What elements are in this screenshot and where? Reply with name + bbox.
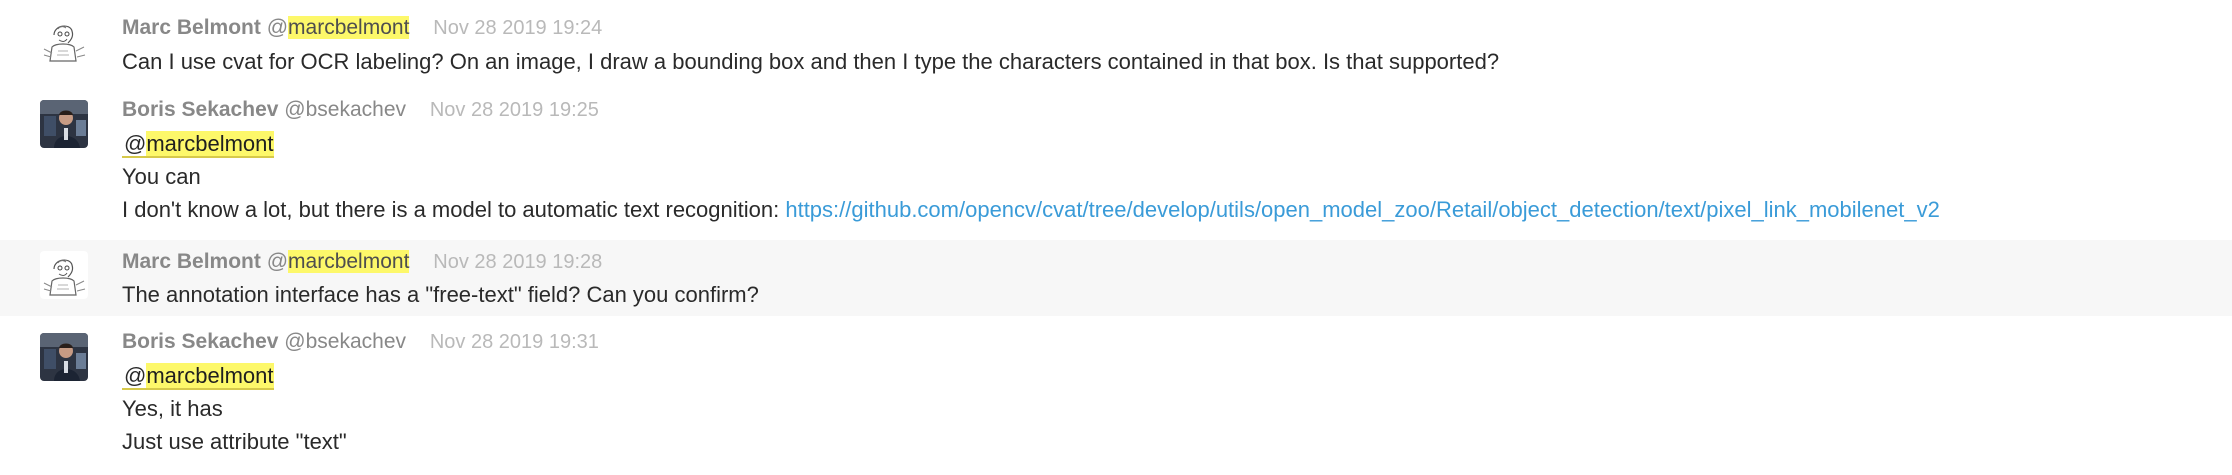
mention-highlight: marcbelmont [146, 131, 274, 156]
handle-highlight: marcbelmont [288, 250, 410, 273]
chat-message-list: Marc Belmont @marcbelmont Nov 28 2019 19… [0, 0, 2232, 475]
message-header: Marc Belmont @marcbelmont Nov 28 2019 19… [122, 14, 602, 42]
mention-at-sign: @ [124, 131, 147, 156]
message-header: Boris Sekachev @bsekachev Nov 28 2019 19… [122, 96, 599, 124]
message-timestamp[interactable]: Nov 28 2019 19:24 [433, 17, 602, 39]
chat-message: Marc Belmont @marcbelmont Nov 28 2019 19… [0, 240, 2232, 316]
author-name[interactable]: Marc Belmont [122, 250, 261, 273]
author-handle[interactable]: @bsekachev [284, 330, 406, 353]
photo-avatar-icon [40, 333, 88, 381]
avatar-marc-belmont[interactable] [40, 17, 88, 65]
message-text: Yes, it has [122, 396, 223, 421]
message-timestamp[interactable]: Nov 28 2019 19:31 [430, 331, 599, 353]
author-name[interactable]: Boris Sekachev [122, 330, 278, 353]
avatar-boris-sekachev[interactable] [40, 100, 88, 148]
handle-at-sign: @ [266, 250, 289, 273]
avatar-marc-belmont[interactable] [40, 251, 88, 299]
message-text: I don't know a lot, but there is a model… [122, 197, 786, 222]
handle-highlight: marcbelmont [288, 16, 410, 39]
message-text: Just use attribute "text" [122, 429, 347, 454]
mention-highlight: marcbelmont [146, 363, 274, 388]
author-handle[interactable]: @marcbelmont [267, 250, 410, 273]
mention-at-sign: @ [124, 363, 147, 388]
sketch-avatar-icon [40, 251, 88, 299]
mention-line: @marcbelmont [122, 129, 274, 159]
message-timestamp[interactable]: Nov 28 2019 19:28 [433, 251, 602, 273]
message-header: Marc Belmont @marcbelmont Nov 28 2019 19… [122, 248, 602, 276]
message-text: Can I use cvat for OCR labeling? On an i… [122, 49, 1500, 74]
author-name[interactable]: Boris Sekachev [122, 98, 278, 121]
author-handle[interactable]: @marcbelmont [267, 16, 410, 39]
avatar-boris-sekachev[interactable] [40, 333, 88, 381]
message-text: The annotation interface has a "free-tex… [122, 282, 759, 307]
message-text: You can [122, 164, 201, 189]
mention-line: @marcbelmont [122, 361, 274, 391]
chat-message: Marc Belmont @marcbelmont Nov 28 2019 19… [0, 0, 2232, 82]
handle-at-sign: @ [266, 16, 289, 39]
chat-message: Boris Sekachev @bsekachev Nov 28 2019 19… [0, 316, 2232, 475]
message-header: Boris Sekachev @bsekachev Nov 28 2019 19… [122, 328, 599, 356]
sketch-avatar-icon [40, 17, 88, 65]
chat-message: Boris Sekachev @bsekachev Nov 28 2019 19… [0, 82, 2232, 240]
message-text-with-link: I don't know a lot, but there is a model… [122, 195, 1940, 225]
author-handle[interactable]: @bsekachev [284, 98, 406, 121]
photo-avatar-icon [40, 100, 88, 148]
message-timestamp[interactable]: Nov 28 2019 19:25 [430, 99, 599, 121]
message-link[interactable]: https://github.com/opencv/cvat/tree/deve… [785, 197, 1939, 222]
author-name[interactable]: Marc Belmont [122, 16, 261, 39]
user-mention[interactable]: @marcbelmont [122, 131, 274, 158]
user-mention[interactable]: @marcbelmont [122, 363, 274, 390]
